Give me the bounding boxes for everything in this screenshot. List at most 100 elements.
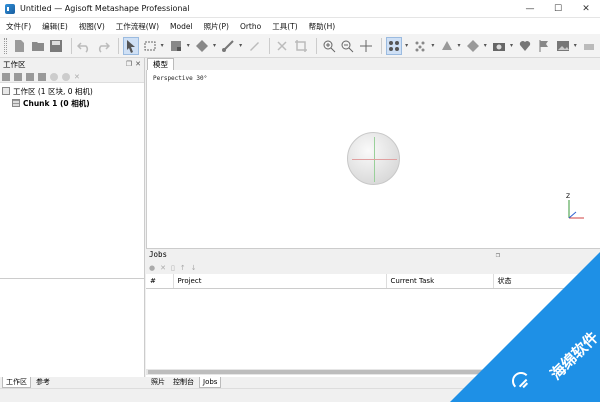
tab-photos[interactable]: 照片 bbox=[148, 377, 168, 388]
jobs-panel-title: Jobs bbox=[149, 250, 168, 259]
left-bottom-tabbar: 工作区 参考 bbox=[0, 377, 145, 388]
model-viewport[interactable]: Perspective 30° Z bbox=[146, 70, 600, 248]
shapes-icon[interactable] bbox=[517, 37, 533, 55]
region-icon[interactable] bbox=[168, 37, 184, 55]
title-bar: Untitled — Agisoft Metashape Professiona… bbox=[0, 0, 600, 18]
move-icon[interactable] bbox=[358, 37, 374, 55]
menu-photo[interactable]: 照片(P) bbox=[204, 21, 229, 32]
menu-edit[interactable]: 编辑(E) bbox=[42, 21, 68, 32]
add-photos-icon[interactable] bbox=[14, 72, 22, 81]
image-icon[interactable] bbox=[555, 37, 571, 55]
navigation-cursor-icon[interactable] bbox=[122, 36, 139, 55]
chevron-down-icon[interactable]: ▾ bbox=[405, 42, 409, 49]
markers-flag-icon[interactable] bbox=[536, 37, 552, 55]
chevron-down-icon[interactable]: ▾ bbox=[213, 42, 217, 49]
toolbar-separator bbox=[381, 37, 383, 54]
workspace-panel-title: 工作区 bbox=[3, 60, 26, 69]
zoom-out-icon[interactable] bbox=[340, 37, 356, 55]
redo-icon[interactable] bbox=[95, 37, 111, 55]
window-controls: — ☐ ✕ bbox=[516, 0, 600, 18]
pause-icon[interactable]: ▯ bbox=[171, 264, 175, 272]
column-header-index[interactable]: # bbox=[146, 274, 174, 289]
menu-view[interactable]: 视图(V) bbox=[79, 21, 105, 32]
workspace-panel: 工作区 ❐ ✕ ✕ 工作区 (1 区块, 0 相机) Chunk 1 (0 相机… bbox=[0, 58, 145, 278]
menu-tools[interactable]: 工具(T) bbox=[272, 21, 297, 32]
undock-icon[interactable]: ❐ bbox=[126, 60, 132, 68]
tab-workspace[interactable]: 工作区 bbox=[2, 377, 31, 388]
undo-icon[interactable] bbox=[76, 37, 92, 55]
ruler-icon[interactable] bbox=[220, 37, 236, 55]
chevron-down-icon[interactable]: ▾ bbox=[510, 42, 514, 49]
watermark: 海绵软件 bbox=[450, 252, 600, 402]
tree-item-label: 工作区 (1 区块, 0 相机) bbox=[13, 86, 93, 96]
new-file-icon[interactable] bbox=[11, 37, 27, 55]
chevron-down-icon[interactable]: ▾ bbox=[431, 42, 435, 49]
chevron-down-icon[interactable]: ▾ bbox=[458, 42, 462, 49]
close-icon[interactable]: ✕ bbox=[135, 60, 141, 68]
workspace-icon bbox=[2, 87, 10, 95]
tiled-model-icon[interactable] bbox=[465, 37, 481, 55]
crop-icon[interactable] bbox=[293, 37, 309, 55]
workspace-tree: 工作区 (1 区块, 0 相机) Chunk 1 (0 相机) bbox=[0, 83, 144, 109]
view-mode-label: Perspective 30° bbox=[153, 75, 208, 82]
axis-indicator: Z bbox=[566, 193, 584, 219]
point-cloud-icon[interactable] bbox=[386, 36, 403, 55]
toolbar-separator bbox=[117, 37, 119, 54]
rotate-object-icon[interactable] bbox=[194, 37, 210, 55]
add-folder-icon[interactable] bbox=[26, 72, 34, 81]
minimize-button[interactable]: — bbox=[516, 0, 544, 18]
workspace-tools: ✕ bbox=[0, 71, 144, 83]
tree-item-workspace[interactable]: 工作区 (1 区块, 0 相机) bbox=[0, 85, 144, 97]
maximize-button[interactable]: ☐ bbox=[544, 0, 572, 18]
chevron-down-icon[interactable]: ▾ bbox=[161, 42, 165, 49]
move-up-icon[interactable]: ↑ bbox=[180, 264, 186, 272]
save-icon[interactable] bbox=[49, 37, 65, 55]
menu-workflow[interactable]: 工作流程(W) bbox=[116, 21, 159, 32]
enable-icon[interactable] bbox=[50, 72, 58, 81]
dense-cloud-icon[interactable] bbox=[413, 37, 429, 55]
tab-console[interactable]: 控制台 bbox=[170, 377, 197, 388]
chunk-icon bbox=[12, 99, 20, 107]
menu-help[interactable]: 帮助(H) bbox=[309, 21, 336, 32]
menu-model[interactable]: Model bbox=[170, 22, 193, 31]
zoom-in-icon[interactable] bbox=[321, 37, 337, 55]
chevron-down-icon[interactable]: ▾ bbox=[484, 42, 488, 49]
app-icon bbox=[5, 3, 17, 14]
align-icon[interactable] bbox=[38, 72, 46, 81]
chevron-down-icon[interactable]: ▾ bbox=[574, 42, 578, 49]
menu-file[interactable]: 文件(F) bbox=[6, 21, 31, 32]
rectangle-select-icon[interactable] bbox=[142, 37, 158, 55]
camera-icon[interactable] bbox=[491, 37, 507, 55]
tab-jobs[interactable]: Jobs bbox=[199, 377, 222, 388]
toolbar-grip[interactable] bbox=[4, 37, 7, 54]
tab-model[interactable]: 模型 bbox=[147, 58, 174, 70]
toolbar-separator bbox=[71, 37, 73, 54]
toolbar-separator bbox=[315, 37, 317, 54]
chevron-down-icon[interactable]: ▾ bbox=[187, 42, 191, 49]
show-info-icon[interactable] bbox=[581, 37, 597, 55]
draw-icon[interactable] bbox=[247, 37, 263, 55]
open-folder-icon[interactable] bbox=[30, 37, 46, 55]
workspace-panel-header: 工作区 ❐ ✕ bbox=[0, 58, 144, 71]
menu-ortho[interactable]: Ortho bbox=[240, 22, 261, 31]
add-chunk-icon[interactable] bbox=[2, 72, 10, 81]
run-icon[interactable]: ● bbox=[149, 264, 155, 272]
cancel-icon[interactable]: ✕ bbox=[160, 264, 166, 272]
disable-icon[interactable] bbox=[62, 72, 70, 81]
window-title: Untitled — Agisoft Metashape Professiona… bbox=[20, 4, 190, 13]
column-header-project[interactable]: Project bbox=[173, 274, 387, 289]
tab-reference[interactable]: 参考 bbox=[33, 377, 53, 388]
toolbar-separator bbox=[269, 37, 271, 54]
tree-item-chunk[interactable]: Chunk 1 (0 相机) bbox=[0, 97, 144, 109]
trackball-sphere[interactable] bbox=[347, 132, 400, 185]
chevron-down-icon[interactable]: ▾ bbox=[239, 42, 243, 49]
move-down-icon[interactable]: ↓ bbox=[191, 264, 197, 272]
delete-icon[interactable] bbox=[274, 37, 290, 55]
menu-bar: 文件(F) 编辑(E) 视图(V) 工作流程(W) Model 照片(P) Or… bbox=[0, 18, 600, 34]
close-button[interactable]: ✕ bbox=[572, 0, 600, 18]
tree-item-label: Chunk 1 (0 相机) bbox=[23, 98, 90, 108]
mesh-icon[interactable] bbox=[439, 37, 455, 55]
axis-z-label: Z bbox=[566, 193, 570, 200]
viewport-tabbar: 模型 bbox=[145, 58, 600, 70]
remove-icon[interactable]: ✕ bbox=[74, 73, 82, 81]
